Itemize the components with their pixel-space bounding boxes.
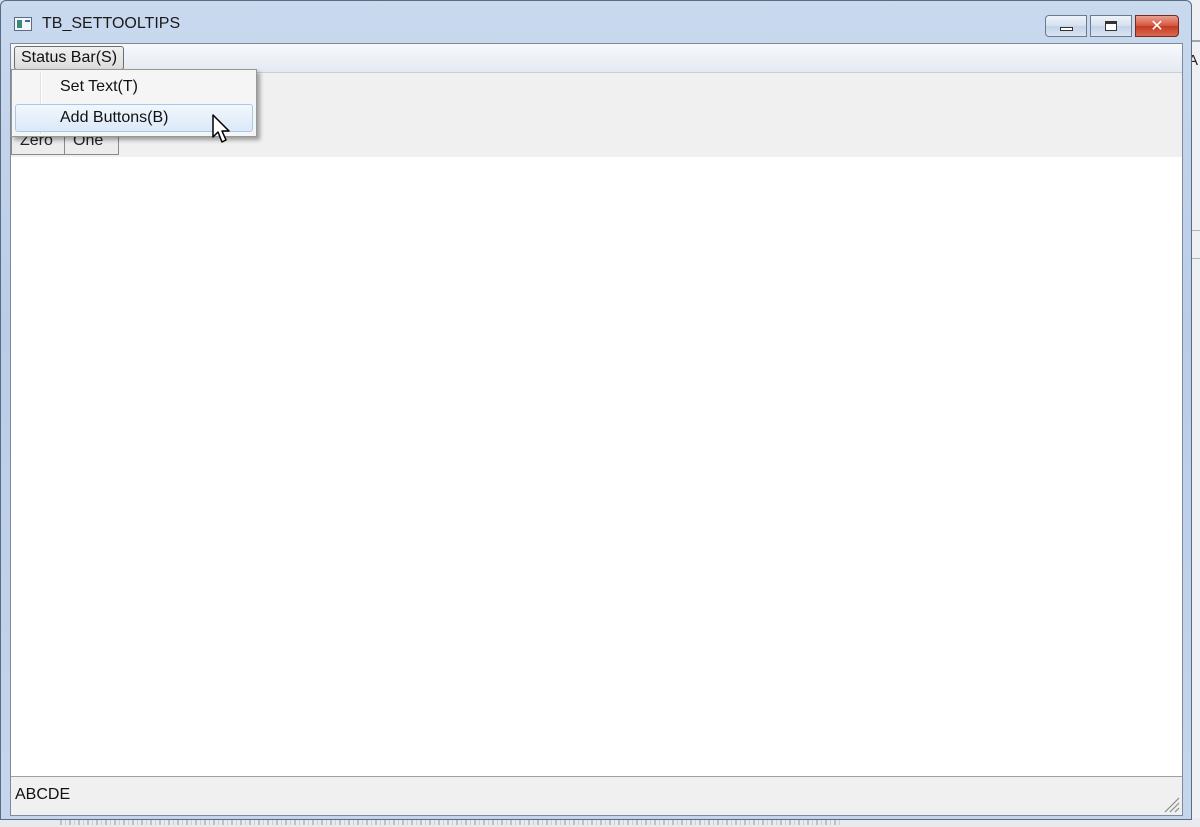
- restore-icon: [1105, 21, 1117, 31]
- maximize-button[interactable]: [1090, 15, 1132, 37]
- mouse-cursor-icon: [212, 114, 230, 143]
- status-text: ABCDE: [15, 786, 71, 803]
- content-area[interactable]: [11, 157, 1182, 777]
- minimize-icon: [1059, 27, 1073, 31]
- window-title: TB_SETTOOLTIPS: [42, 15, 181, 32]
- app-icon[interactable]: [14, 17, 32, 31]
- title-bar[interactable]: TB_SETTOOLTIPS ✕: [1, 1, 1191, 43]
- close-button[interactable]: ✕: [1135, 15, 1179, 37]
- size-grip-icon[interactable]: [1162, 795, 1180, 813]
- status-bar: ABCDE: [11, 776, 1182, 815]
- minimize-button[interactable]: [1045, 15, 1087, 37]
- menu-item-set-text[interactable]: Set Text(T): [15, 73, 253, 101]
- client-area: Status Bar(S) Zero One ABCDE: [10, 43, 1183, 816]
- caption-buttons: ✕: [1045, 15, 1179, 37]
- background-blurred-text: [60, 820, 840, 825]
- close-icon: ✕: [1150, 16, 1164, 35]
- menu-status-bar[interactable]: Status Bar(S): [14, 46, 125, 70]
